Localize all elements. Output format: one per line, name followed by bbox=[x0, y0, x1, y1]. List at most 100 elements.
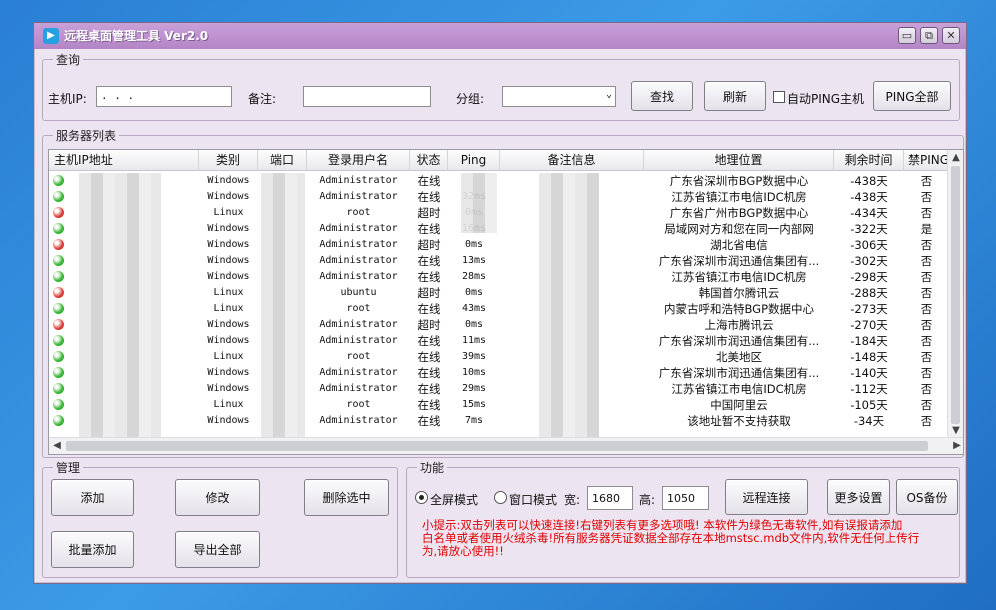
server-list-legend: 服务器列表 bbox=[53, 127, 120, 144]
table-row[interactable]: Linux ubuntu 超时 0ms 韩国首尔腾讯云 -288天 否 bbox=[49, 285, 949, 301]
fullscreen-radio[interactable] bbox=[415, 491, 428, 504]
remark-input[interactable] bbox=[303, 86, 431, 107]
cell-username: Administrator bbox=[319, 271, 398, 282]
edit-button[interactable]: 修改 bbox=[175, 479, 260, 516]
scroll-up-icon[interactable]: ▲ bbox=[948, 152, 963, 163]
cell-state: 在线 bbox=[417, 414, 441, 428]
cell-category: Linux bbox=[213, 287, 244, 298]
table-row[interactable]: Windows Administrator 在线 13ms 广东省深圳市润迅通信集团有.… bbox=[49, 253, 949, 269]
delete-selected-button[interactable]: 删除选中 bbox=[304, 479, 389, 516]
col-ping[interactable]: Ping bbox=[448, 150, 500, 171]
cell-ping: 29ms bbox=[461, 383, 487, 394]
batch-add-button[interactable]: 批量添加 bbox=[51, 531, 134, 568]
col-port[interactable]: 端口 bbox=[258, 150, 307, 171]
cell-username: Administrator bbox=[319, 367, 398, 378]
window-mode-label: 窗口模式 bbox=[509, 493, 558, 507]
cell-state: 在线 bbox=[417, 174, 441, 188]
maximize-button[interactable]: ⧉ bbox=[920, 27, 938, 44]
cell-state: 在线 bbox=[417, 366, 441, 380]
cell-state: 在线 bbox=[417, 350, 441, 364]
table-row[interactable]: Linux root 在线 39ms 北美地区 -148天 否 bbox=[49, 349, 949, 365]
auto-ping-checkbox[interactable] bbox=[773, 91, 785, 103]
col-category[interactable]: 类别 bbox=[199, 150, 258, 171]
scroll-right-icon[interactable]: ▶ bbox=[949, 440, 963, 451]
cell-no-ping: 否 bbox=[920, 382, 933, 396]
cell-ping: 0ms bbox=[464, 239, 484, 250]
table-row[interactable]: Linuxroot超时0ms广东省广州市BGP数据中心-434天否 bbox=[49, 205, 949, 221]
cell-username: Administrator bbox=[319, 255, 398, 266]
cell-category: Windows bbox=[207, 239, 250, 250]
cell-state: 在线 bbox=[417, 302, 441, 316]
table-row[interactable]: Windows Administrator 在线 7ms 该地址暂不支持获取 -34天 否 bbox=[49, 413, 949, 429]
window-mode-radio[interactable] bbox=[494, 491, 507, 504]
window-title: 远程桌面管理工具 Ver2.0 bbox=[64, 29, 209, 43]
host-ip-label: 主机IP: bbox=[48, 92, 87, 106]
chevron-down-icon: ⌄ bbox=[605, 89, 612, 100]
cell-state: 在线 bbox=[417, 382, 441, 396]
col-host-ip[interactable]: 主机IP地址 bbox=[49, 150, 199, 171]
redacted-remark-block bbox=[539, 173, 599, 443]
cell-no-ping: 否 bbox=[920, 174, 933, 188]
export-all-button[interactable]: 导出全部 bbox=[175, 531, 260, 568]
table-row[interactable]: Windows Administrator 在线 11ms 广东省深圳市润迅通信集团有.… bbox=[49, 333, 949, 349]
table-row[interactable]: Windows Administrator 在线 28ms 江苏省镇江市电信IDC机房 -… bbox=[49, 269, 949, 285]
table-row[interactable]: Windows Administrator 在线 10ms 广东省深圳市润迅通信集团有.… bbox=[49, 365, 949, 381]
horizontal-scrollbar[interactable]: ◀ ▶ bbox=[49, 437, 963, 454]
cell-category: Windows bbox=[207, 175, 250, 186]
add-button[interactable]: 添加 bbox=[51, 479, 134, 516]
cell-username: root bbox=[346, 351, 371, 362]
cell-location: 江苏省镇江市电信IDC机房 bbox=[671, 382, 807, 396]
refresh-button[interactable]: 刷新 bbox=[704, 81, 766, 111]
col-username[interactable]: 登录用户名 bbox=[307, 150, 410, 171]
cell-location: 该地址暂不支持获取 bbox=[687, 414, 791, 428]
table-row[interactable]: Linux root 在线 43ms 内蒙古呼和浩特BGP数据中心 -273天 否 bbox=[49, 301, 949, 317]
table-row[interactable]: WindowsAdministrator在线16ms局域网对方和您在同一内部网-… bbox=[49, 221, 949, 237]
table-row[interactable]: Linux root 在线 15ms 中国阿里云 -105天 否 bbox=[49, 397, 949, 413]
cell-remaining: -288天 bbox=[850, 286, 888, 300]
col-remaining[interactable]: 剩余时间 bbox=[834, 150, 904, 171]
cell-ping: 28ms bbox=[461, 271, 487, 282]
vertical-scroll-thumb[interactable] bbox=[951, 166, 960, 424]
host-ip-input[interactable]: . . . bbox=[96, 86, 232, 107]
scroll-left-icon[interactable]: ◀ bbox=[49, 440, 65, 451]
width-input[interactable]: 1680 bbox=[587, 486, 633, 510]
search-button[interactable]: 查找 bbox=[631, 81, 693, 111]
scroll-down-icon[interactable]: ▼ bbox=[948, 425, 963, 436]
vertical-scrollbar[interactable]: ▲ ▼ bbox=[947, 150, 963, 438]
group-select[interactable]: ⌄ bbox=[502, 86, 616, 107]
cell-location: 广东省深圳市BGP数据中心 bbox=[669, 174, 809, 188]
remote-connect-button[interactable]: 远程连接 bbox=[725, 479, 808, 515]
cell-remaining: -434天 bbox=[850, 206, 888, 220]
col-remark[interactable]: 备注信息 bbox=[500, 150, 644, 171]
cell-username: Administrator bbox=[319, 335, 398, 346]
col-no-ping[interactable]: 禁PING bbox=[904, 150, 949, 171]
cell-username: root bbox=[346, 399, 371, 410]
status-dot-icon bbox=[53, 351, 64, 362]
cell-no-ping: 否 bbox=[920, 190, 933, 204]
minimize-button[interactable]: ▭ bbox=[898, 27, 916, 44]
title-bar[interactable]: ▶ 远程桌面管理工具 Ver2.0 ▭ ⧉ ✕ bbox=[34, 23, 966, 49]
cell-ping: 10ms bbox=[461, 367, 487, 378]
table-row[interactable]: Windows Administrator 超时 0ms 上海市腾讯云 -270天 否 bbox=[49, 317, 949, 333]
cell-state: 超时 bbox=[417, 318, 441, 332]
table-row[interactable]: Windows Administrator 在线 广东省深圳市BGP数据中心 -438天… bbox=[49, 173, 949, 189]
height-input[interactable]: 1050 bbox=[662, 486, 709, 510]
os-backup-button[interactable]: OS备份 bbox=[896, 479, 958, 515]
cell-category: Windows bbox=[207, 191, 250, 202]
redacted-port-block bbox=[261, 173, 305, 443]
table-row[interactable]: Windows Administrator 在线 29ms 江苏省镇江市电信IDC机房 -… bbox=[49, 381, 949, 397]
more-settings-button[interactable]: 更多设置 bbox=[827, 479, 890, 515]
cell-remaining: -298天 bbox=[850, 270, 888, 284]
status-dot-icon bbox=[53, 367, 64, 378]
col-location[interactable]: 地理位置 bbox=[644, 150, 834, 171]
cell-remaining: -306天 bbox=[850, 238, 888, 252]
table-row[interactable]: Windows Administrator 超时 0ms 湖北省电信 -306天 否 bbox=[49, 237, 949, 253]
horizontal-scroll-thumb[interactable] bbox=[66, 441, 928, 451]
cell-state: 在线 bbox=[417, 334, 441, 348]
table-row[interactable]: WindowsAdministrator在线32ms江苏省镇江市电信IDC机房-… bbox=[49, 189, 949, 205]
ping-all-button[interactable]: PING全部 bbox=[873, 81, 951, 111]
close-button[interactable]: ✕ bbox=[942, 27, 960, 44]
cell-location: 北美地区 bbox=[716, 350, 762, 364]
cell-no-ping: 是 bbox=[920, 222, 933, 236]
col-state[interactable]: 状态 bbox=[410, 150, 448, 171]
